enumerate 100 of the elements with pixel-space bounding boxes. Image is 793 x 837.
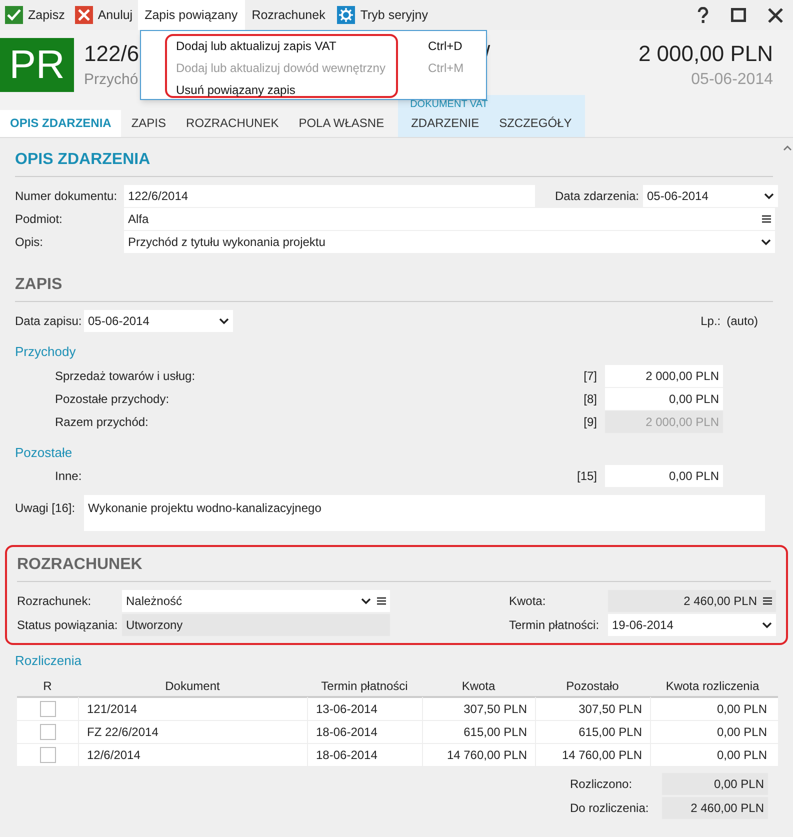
- dropdown-chevron-icon: [762, 622, 772, 628]
- table-cell: 12/6/2014: [78, 743, 307, 766]
- table-cell: 14 760,00 PLN: [422, 743, 535, 766]
- table-cell: 615,00 PLN: [422, 720, 535, 743]
- dropdown-chevron-icon: [764, 192, 774, 200]
- tab[interactable]: ZAPIS: [121, 109, 176, 137]
- field-label: Pozostałe przychody:: [55, 390, 170, 408]
- list-icon: [762, 215, 771, 223]
- toolbar-button[interactable]: Zapisz: [0, 0, 70, 30]
- input-field[interactable]: 122/6/2014: [124, 185, 535, 207]
- table-cell: 121/2014: [78, 697, 307, 720]
- field-value: Utworzony: [122, 614, 390, 636]
- tab[interactable]: POLA WŁASNE: [288, 109, 394, 137]
- document-date: 05-06-2014: [691, 70, 773, 90]
- tab-group-label: DOKUMENT VAT: [410, 99, 488, 111]
- menu-item[interactable]: Usuń powiązany zapis: [176, 80, 476, 100]
- field-label: Termin płatności:: [509, 617, 600, 634]
- field-code: [7]: [584, 368, 597, 384]
- menu-item[interactable]: Dodaj lub aktualizuj zapis VAT Ctrl+D: [176, 36, 476, 56]
- field-label: Lp.:: [700, 313, 721, 330]
- field-code: [8]: [584, 390, 597, 408]
- document-subtitle: Przychó: [84, 70, 140, 90]
- table-cell: 13-06-2014: [307, 697, 422, 720]
- table-cell: 14 760,00 PLN: [535, 743, 650, 766]
- tab[interactable]: ROZRACHUNEK: [176, 109, 289, 137]
- field-label: Status powiązania:: [17, 617, 119, 634]
- document-amount: 2 000,00 PLN: [638, 40, 773, 68]
- toolbar-button[interactable]: Anuluj: [70, 0, 138, 30]
- gear-icon: [337, 6, 356, 24]
- checkbox[interactable]: [40, 700, 56, 716]
- column-header: Termin płatności: [320, 678, 409, 695]
- column-header: Kwota rozliczenia: [664, 678, 760, 695]
- section-heading: OPIS ZDARZENIA: [15, 148, 773, 177]
- dropdown[interactable]: Należność: [122, 590, 390, 612]
- dropdown[interactable]: Przychód z tytułu wykonania projektu: [124, 231, 775, 253]
- input-field: 2 460,00 PLN: [608, 590, 776, 612]
- field-label: Rozliczono:: [570, 776, 634, 792]
- field-code: [15]: [576, 468, 597, 485]
- field-label: Opis:: [15, 234, 44, 251]
- table-cell: 307,50 PLN: [422, 697, 535, 720]
- column-header: Pozostało: [565, 678, 620, 695]
- field-code: [9]: [584, 414, 597, 430]
- date-dropdown[interactable]: 19-06-2014: [608, 614, 776, 636]
- table-cell: 0,00 PLN: [650, 743, 775, 766]
- table-cell: 615,00 PLN: [535, 720, 650, 743]
- date-dropdown[interactable]: 05-06-2014: [643, 185, 778, 207]
- input-field: 2 000,00 PLN: [605, 410, 723, 432]
- section-heading: ROZRACHUNEK: [17, 553, 771, 582]
- maximize-icon: [731, 8, 746, 22]
- tab[interactable]: OPIS ZDARZENIA: [0, 109, 122, 137]
- checkbox[interactable]: [40, 746, 56, 762]
- field-label: Rozrachunek:: [17, 593, 92, 610]
- field-label: Numer dokumentu:: [15, 188, 118, 205]
- field-label: Kwota:: [509, 593, 547, 610]
- input-field[interactable]: 2 000,00 PLN: [605, 364, 723, 386]
- help-icon: [697, 7, 709, 23]
- table-cell: 18-06-2014: [307, 743, 422, 766]
- document-title: 122/6: [84, 40, 140, 68]
- date-dropdown[interactable]: 05-06-2014: [84, 310, 233, 332]
- field-value: (auto): [726, 313, 758, 330]
- input-field[interactable]: 0,00 PLN: [605, 388, 723, 410]
- tab[interactable]: SZCZEGÓŁY: [489, 109, 582, 137]
- toolbar-button[interactable]: Zapis powiązany: [138, 0, 245, 30]
- toolbar-button[interactable]: Rozrachunek: [244, 0, 332, 30]
- table-cell: 18-06-2014: [307, 720, 422, 743]
- subsection-heading: Przychody: [15, 343, 77, 361]
- field-label: Data zdarzenia:: [554, 188, 639, 205]
- table-cell: 307,50 PLN: [535, 697, 650, 720]
- field-value: 2 460,00 PLN: [662, 796, 768, 818]
- input-field[interactable]: Alfa: [124, 208, 775, 230]
- field-label: Podmiot:: [15, 211, 64, 228]
- field-label: Sprzedaż towarów i usług:: [55, 368, 196, 384]
- dropdown-chevron-icon: [219, 318, 229, 324]
- input-field[interactable]: 0,00 PLN: [605, 465, 723, 487]
- close-icon: [74, 6, 93, 24]
- field-label: Razem przychód:: [55, 414, 150, 430]
- checkbox[interactable]: [40, 724, 56, 740]
- scroll-up-icon: [783, 145, 792, 151]
- field-label: Uwagi [16]:: [15, 500, 76, 517]
- close-icon: [768, 8, 783, 22]
- list-icon: [377, 597, 386, 605]
- field-label: Data zapisu:: [15, 313, 83, 330]
- toolbar-button[interactable]: Tryb seryjny: [332, 0, 433, 30]
- section-heading: ZAPIS: [15, 273, 773, 302]
- field-value: 0,00 PLN: [662, 772, 768, 794]
- dropdown-chevron-icon: [761, 238, 771, 246]
- column-header: R: [42, 678, 53, 695]
- tab[interactable]: ZDARZENIE: [401, 109, 490, 137]
- subsection-heading: Rozliczenia: [15, 652, 82, 670]
- dropdown-chevron-icon: [361, 598, 371, 604]
- list-icon: [763, 597, 772, 605]
- field-label: Inne:: [55, 468, 83, 485]
- check-icon: [5, 6, 23, 24]
- column-header: Dokument: [164, 678, 221, 695]
- field-label: Do rozliczenia:: [570, 800, 650, 816]
- subsection-heading: Pozostałe: [15, 444, 74, 462]
- table-cell: FZ 22/6/2014: [78, 720, 307, 743]
- text-area[interactable]: Wykonanie projektu wodno-kanalizacyjnego: [84, 495, 765, 531]
- table-cell: 0,00 PLN: [650, 697, 775, 720]
- column-header: Kwota: [460, 678, 496, 695]
